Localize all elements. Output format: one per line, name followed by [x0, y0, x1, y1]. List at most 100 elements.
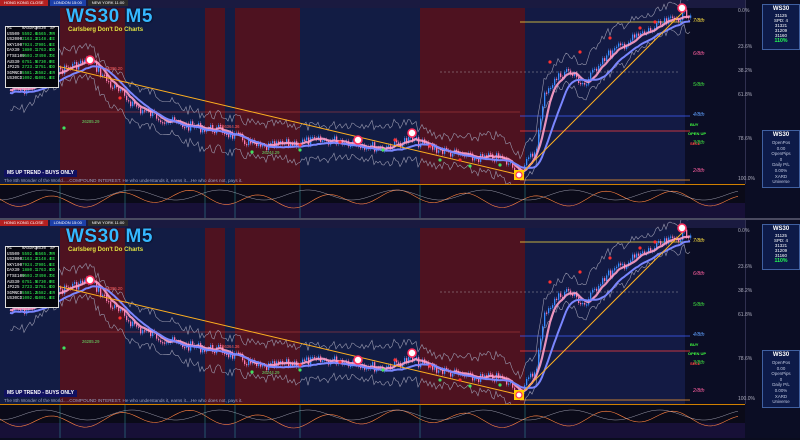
price-label: 26364.36	[222, 344, 240, 349]
candle-body	[108, 81, 110, 83]
candle-body	[128, 100, 130, 102]
session-zone	[300, 8, 420, 184]
candle-body	[546, 312, 548, 314]
session-hongkong: HONG KONG CLOSE	[0, 0, 48, 6]
candle-body	[650, 28, 652, 31]
candle-body	[528, 157, 530, 160]
session-zone	[125, 8, 205, 184]
table-cell: 1001.8	[36, 297, 52, 302]
signal-dot-red	[653, 20, 657, 24]
signal-dot-red	[548, 280, 552, 284]
candle-body	[634, 254, 636, 258]
candle-body	[632, 34, 634, 41]
fib-percent-label: 78.6%	[738, 356, 753, 362]
signal-dot-red	[638, 246, 642, 250]
candle-body	[158, 118, 160, 121]
murrey-level-label: 7/8th	[693, 18, 705, 24]
candle-body	[602, 278, 604, 285]
price-label: 26244.29	[262, 370, 280, 375]
info-symbol: WS30	[772, 6, 790, 12]
candle-body	[552, 85, 554, 88]
candle-body	[530, 153, 532, 158]
candle-body	[60, 67, 62, 70]
candle-body	[438, 370, 440, 373]
candle-body	[98, 67, 100, 72]
table-cell: EE	[50, 77, 56, 82]
candle-body	[74, 282, 76, 284]
candle-body	[614, 268, 616, 271]
candle-body	[128, 320, 130, 322]
candle-body	[388, 145, 390, 147]
candle-body	[618, 263, 620, 267]
candle-body	[532, 153, 534, 157]
candle-body	[126, 315, 128, 321]
candle-body	[526, 379, 528, 386]
oscillator-plot	[0, 185, 745, 218]
chart-panel-bottom[interactable]: HONG KONG CLOSE LONDON 15:00 NEW YORK 11…	[0, 220, 800, 438]
signal-dot-green	[468, 384, 472, 388]
pivot-marker-high	[677, 223, 687, 233]
candle-body	[550, 307, 552, 310]
candle-body	[584, 303, 586, 305]
candle-body	[586, 84, 588, 86]
candle-body	[606, 55, 608, 61]
signal-dot-green	[381, 148, 385, 152]
session-hongkong: HONG KONG CLOSE	[0, 220, 48, 226]
signal-sell: SELL	[690, 361, 701, 366]
signal-dot-red	[338, 140, 342, 144]
candle-body	[528, 377, 530, 380]
table-cell: 1002.0	[22, 297, 38, 302]
fib-percent-label: 78.6%	[738, 136, 753, 142]
candle-body	[246, 144, 248, 146]
candle-body	[350, 145, 352, 148]
signal-dot-green	[62, 346, 66, 350]
candle-body	[548, 308, 550, 314]
signal-dot-red	[393, 138, 397, 142]
signal-dot-red	[338, 360, 342, 364]
candle-body	[530, 373, 532, 378]
candle-body	[636, 253, 638, 258]
signal-dot-green	[498, 163, 502, 167]
signal-dot-red	[578, 50, 582, 54]
candle-body	[508, 383, 510, 385]
chart-panel-top[interactable]: HONG KONG CLOSE LONDON 15:00 NEW YORK 11…	[0, 0, 800, 218]
candle-body	[74, 62, 76, 64]
candle-body	[558, 73, 560, 80]
candle-body	[622, 263, 624, 266]
candle-body	[102, 74, 104, 77]
pivot-marker-low-inner	[515, 391, 523, 399]
osc-band	[0, 423, 745, 438]
candle-body	[312, 357, 314, 359]
fib-percent-label: 100.0%	[738, 176, 755, 182]
indicator-subpanel[interactable]	[0, 404, 745, 438]
fib-percent-label: 0.0%	[738, 8, 750, 14]
signal-dot-red	[638, 26, 642, 30]
oscillator-plot	[0, 405, 745, 438]
indicator-subpanel[interactable]	[0, 184, 745, 218]
candle-body	[670, 16, 672, 18]
signal-dot-red	[393, 358, 397, 362]
candle-body	[584, 83, 586, 85]
candle-body	[526, 159, 528, 166]
signal-dot-red	[653, 240, 657, 244]
candle-body	[658, 241, 660, 243]
candle-body	[672, 236, 674, 238]
candle-body	[262, 365, 264, 367]
info-pct: 110%	[774, 38, 788, 44]
candle-body	[566, 69, 568, 73]
chart-subtitle: Carlsberg Don't Do Charts	[68, 247, 144, 253]
candle-body	[540, 338, 542, 350]
fib-percent-label: 38.2%	[738, 68, 753, 74]
candle-body	[582, 303, 584, 305]
candle-body	[680, 20, 682, 22]
signal-dot-red	[428, 144, 432, 148]
pivot-marker-high	[85, 275, 95, 285]
session-zone	[225, 8, 235, 184]
candle-body	[272, 361, 274, 364]
candle-body	[164, 342, 166, 344]
signal-dot-green	[250, 150, 254, 154]
index-table: M1 NASDAQ WS30 SP US500 5592.6 5565.7 RR US2000 2…	[5, 246, 59, 308]
candle-body	[452, 153, 454, 157]
candle-body	[670, 236, 672, 238]
candle-body	[120, 89, 122, 92]
